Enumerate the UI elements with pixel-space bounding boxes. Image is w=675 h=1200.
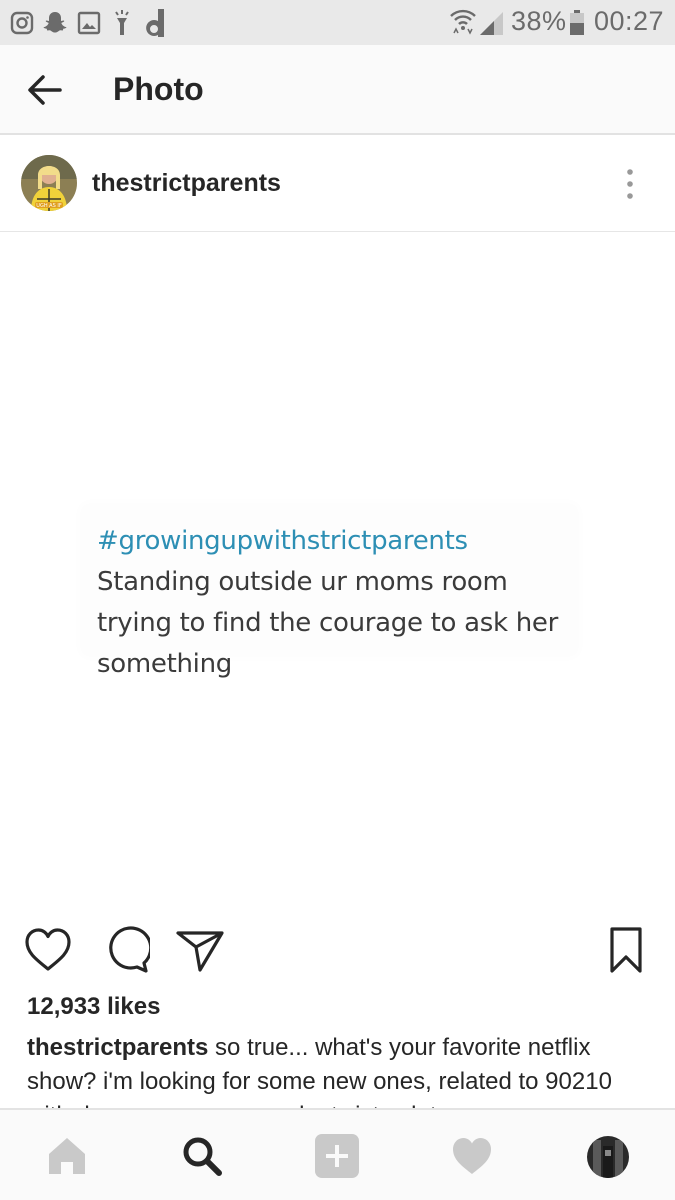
caption-username[interactable]: thestrictparents [27,1034,208,1061]
share-icon[interactable] [175,925,225,975]
signal-icon [480,12,503,35]
activity-heart-icon[interactable] [450,1134,494,1178]
post-caption: thestrictparents so true... what's your … [27,1031,652,1108]
add-icon[interactable] [315,1134,359,1178]
tweet-text: #growingupwithstrictparents Standing out… [97,521,563,685]
heart-icon[interactable] [23,925,73,975]
bookmark-icon[interactable] [601,925,651,975]
app-header: Photo [0,45,675,135]
post-action-bar [0,915,675,985]
svg-text:UGH AS IF: UGH AS IF [36,203,62,209]
gallery-notification-icon [77,11,101,35]
back-arrow-icon[interactable] [22,67,68,113]
search-icon[interactable] [180,1134,224,1178]
tweet-screenshot: #growingupwithstrictparents Standing out… [82,505,577,679]
profile-icon[interactable] [587,1136,629,1178]
instagram-notification-icon [10,11,34,35]
comment-icon[interactable] [100,925,150,975]
wifi-icon [450,9,476,35]
more-options-icon[interactable] [615,167,645,203]
battery-icon [570,10,584,35]
battery-percentage: 38% [511,6,567,36]
profile-avatar-image [587,1136,629,1178]
likes-count[interactable]: 12,933 likes [27,993,160,1021]
hashtag-link: #growingupwithstrictparents [97,526,468,556]
post-image[interactable]: #growingupwithstrictparents Standing out… [0,233,675,908]
avatar-image: UGH AS IF [21,155,77,211]
flashlight-notification-icon [115,10,129,35]
snapchat-notification-icon [43,12,67,33]
status-bar: 38% 00:27 [0,0,675,45]
dailyhunt-notification-icon [146,9,164,37]
post-username[interactable]: thestrictparents [92,169,281,198]
home-icon[interactable] [45,1134,89,1178]
bottom-navigation [0,1108,675,1200]
page-title: Photo [113,71,204,107]
clock: 00:27 [594,6,665,36]
avatar[interactable]: UGH AS IF [21,155,77,211]
tweet-body: Standing outside ur moms room trying to … [97,567,558,679]
post-header: UGH AS IF thestrictparents [0,137,675,232]
